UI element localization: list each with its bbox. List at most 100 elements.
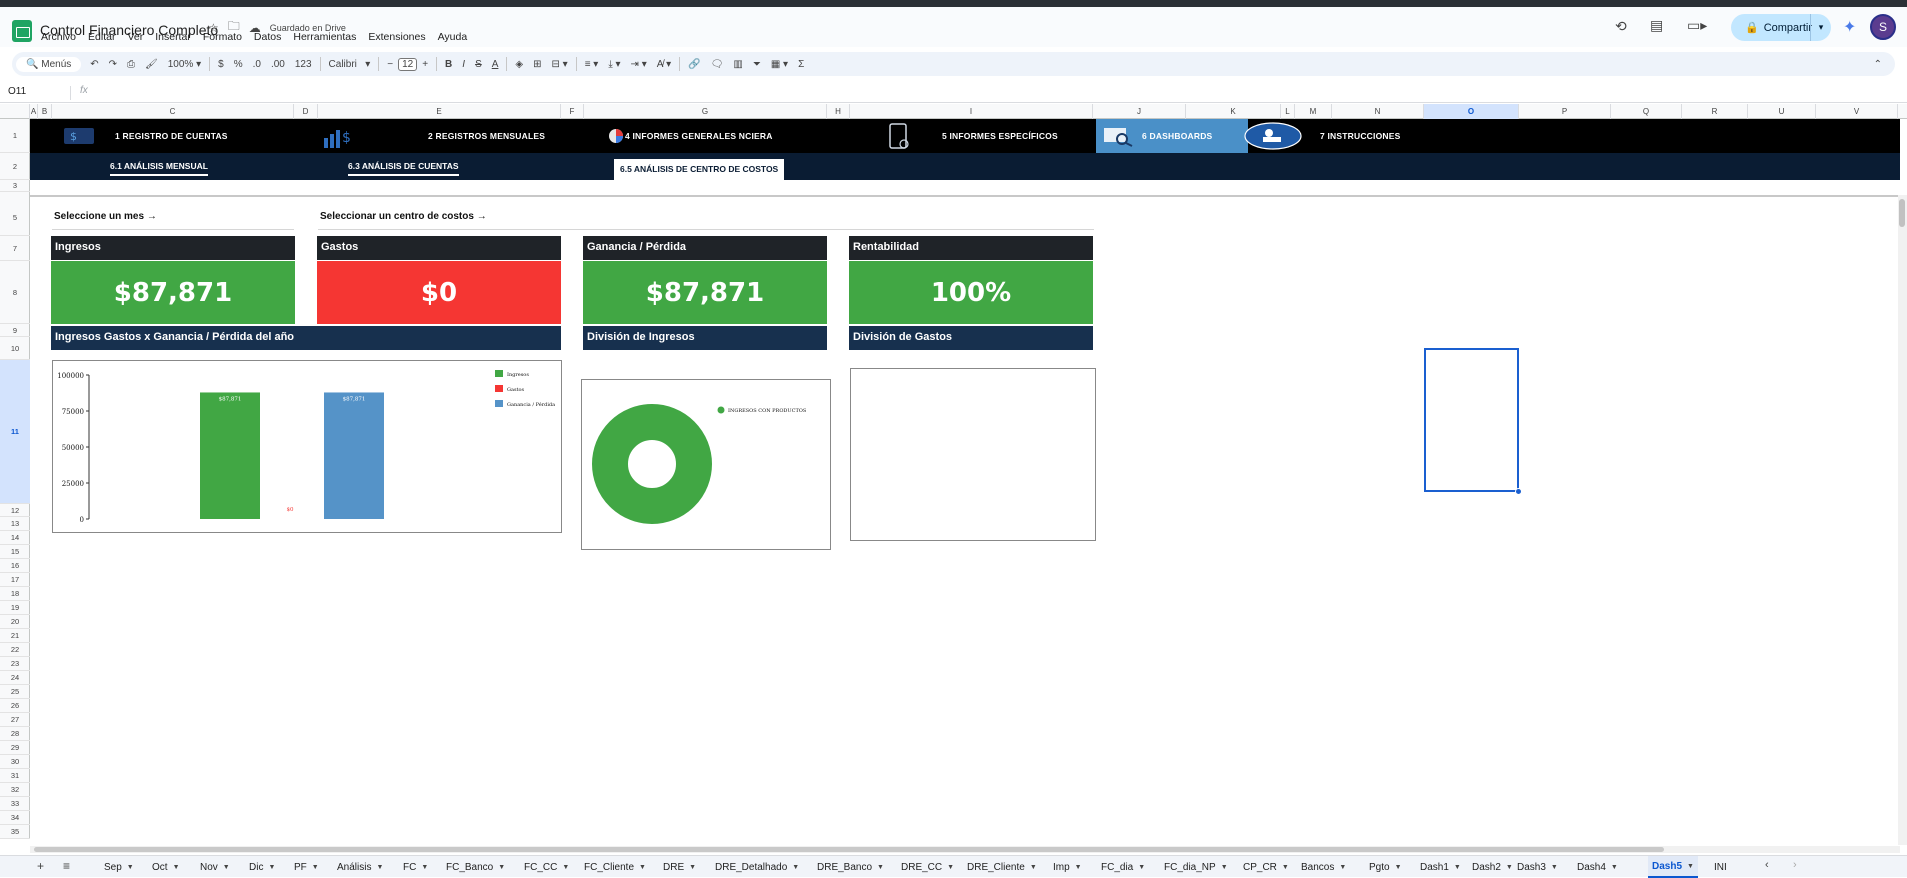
sheet-tab-menu-icon[interactable]: ▼: [877, 864, 884, 871]
sheet-tab-menu-icon[interactable]: ▼: [1506, 864, 1513, 871]
nav-item-registro-cuentas[interactable]: 1 REGISTRO DE CUENTAS: [115, 119, 228, 153]
row-header[interactable]: 22: [0, 643, 30, 657]
row-header[interactable]: 18: [0, 587, 30, 601]
scroll-tabs-left-icon[interactable]: ‹: [1765, 859, 1769, 871]
sheet-tab-oct[interactable]: Oct ▼: [148, 856, 184, 878]
row-header[interactable]: 17: [0, 573, 30, 587]
sheet-tab-dash5[interactable]: Dash5 ▼: [1648, 856, 1698, 878]
row-header[interactable]: 32: [0, 783, 30, 797]
sheet-tab-pf[interactable]: PF ▼: [290, 856, 323, 878]
row-header[interactable]: 24: [0, 671, 30, 685]
menu-herramientas[interactable]: Herramientas: [293, 31, 356, 43]
nav-item-dashboards[interactable]: 6 DASHBOARDS: [1096, 119, 1248, 153]
sheet-tab-dash3[interactable]: Dash3 ▼: [1513, 856, 1562, 878]
sheet-tab-dash4[interactable]: Dash4 ▼: [1573, 856, 1622, 878]
sheet-tab-menu-icon[interactable]: ▼: [1138, 864, 1145, 871]
year-bar-chart[interactable]: 100000 75000 50000 25000 0 $87,871 $0 $87,871 In…: [52, 360, 562, 533]
row-header[interactable]: 3: [0, 180, 30, 192]
sheet-tab-dre_detalhado[interactable]: DRE_Detalhado ▼: [711, 856, 803, 878]
sheet-tab-fc_cc[interactable]: FC_CC ▼: [520, 856, 573, 878]
sheet-tab-sep[interactable]: Sep ▼: [100, 856, 138, 878]
sheet-tab-menu-icon[interactable]: ▼: [223, 864, 230, 871]
font-size-decrease-button[interactable]: −: [382, 59, 398, 70]
sheet-tab-menu-icon[interactable]: ▼: [421, 864, 428, 871]
undo-icon[interactable]: ↶: [85, 59, 103, 70]
sheet-tab-pgto[interactable]: Pgto ▼: [1365, 856, 1406, 878]
decrease-decimal-button[interactable]: .0: [248, 59, 266, 70]
gemini-icon[interactable]: ✦: [1843, 17, 1856, 37]
redo-icon[interactable]: ↷: [104, 59, 122, 70]
currency-format-button[interactable]: $: [213, 59, 229, 70]
row-header[interactable]: 29: [0, 741, 30, 755]
column-header[interactable]: N: [1332, 104, 1424, 119]
sheets-logo-icon[interactable]: [12, 20, 32, 42]
column-header[interactable]: J: [1093, 104, 1186, 119]
functions-button[interactable]: Σ: [793, 59, 809, 70]
row-header[interactable]: 23: [0, 657, 30, 671]
filter-icon[interactable]: ⏷: [748, 59, 766, 70]
insert-chart-icon[interactable]: ▥: [728, 59, 747, 70]
add-sheet-icon[interactable]: +: [37, 859, 44, 873]
sheet-tab-menu-icon[interactable]: ▼: [639, 864, 646, 871]
sheet-tab-menu-icon[interactable]: ▼: [1395, 864, 1402, 871]
text-rotation-icon[interactable]: A̸ ▾: [652, 59, 676, 70]
sheet-tab-menu-icon[interactable]: ▼: [1687, 863, 1694, 870]
row-header[interactable]: 1: [0, 119, 30, 153]
sheet-tab-fc_dia_np[interactable]: FC_dia_NP ▼: [1160, 856, 1232, 878]
sheet-tab-menu-icon[interactable]: ▼: [562, 864, 569, 871]
subnav-analisis-cuentas[interactable]: 6.3 ANÁLISIS DE CUENTAS: [348, 161, 459, 176]
menu-ayuda[interactable]: Ayuda: [438, 31, 468, 43]
text-color-button[interactable]: A: [487, 59, 504, 70]
horizontal-scroll-thumb[interactable]: [34, 847, 1664, 852]
percent-format-button[interactable]: %: [229, 59, 248, 70]
paint-format-icon[interactable]: 🖌: [140, 59, 163, 70]
name-box[interactable]: O11: [8, 86, 26, 97]
zoom-select[interactable]: 100% ▾: [163, 59, 206, 70]
sheet-tab-dre[interactable]: DRE ▼: [659, 856, 700, 878]
align-horizontal-icon[interactable]: ≡ ▾: [580, 59, 604, 70]
sheet-tab-nov[interactable]: Nov ▼: [196, 856, 234, 878]
sheet-tab-cp_cr[interactable]: CP_CR ▼: [1239, 856, 1293, 878]
menu-datos[interactable]: Datos: [254, 31, 281, 43]
sheet-tab-menu-icon[interactable]: ▼: [1551, 864, 1558, 871]
sheet-tab-dash1[interactable]: Dash1 ▼: [1416, 856, 1465, 878]
menu-formato[interactable]: Formato: [203, 31, 242, 43]
sheet-tab-menu-icon[interactable]: ▼: [312, 864, 319, 871]
sheet-tab-dre_banco[interactable]: DRE_Banco ▼: [813, 856, 888, 878]
scroll-tabs-right-icon[interactable]: ›: [1793, 859, 1797, 871]
sheet-tab-análisis[interactable]: Análisis ▼: [333, 856, 387, 878]
row-header[interactable]: 28: [0, 727, 30, 741]
share-dropdown-button[interactable]: ▾: [1810, 14, 1831, 41]
number-format-button[interactable]: 123: [290, 59, 317, 70]
sheet-tab-menu-icon[interactable]: ▼: [947, 864, 954, 871]
sheet-tab-menu-icon[interactable]: ▼: [792, 864, 799, 871]
row-header[interactable]: 26: [0, 699, 30, 713]
column-header[interactable]: L: [1281, 104, 1295, 119]
sheet-tab-dash2[interactable]: Dash2 ▼: [1468, 856, 1517, 878]
sheet-tab-menu-icon[interactable]: ▼: [173, 864, 180, 871]
column-header[interactable]: D: [294, 104, 318, 119]
sheet-tab-dre_cliente[interactable]: DRE_Cliente ▼: [963, 856, 1041, 878]
row-header[interactable]: 35: [0, 825, 30, 839]
filter-views-icon[interactable]: ▦ ▾: [766, 59, 793, 70]
menu-editar[interactable]: Editar: [88, 31, 115, 43]
column-header[interactable]: G: [584, 104, 827, 119]
subnav-analisis-mensual[interactable]: 6.1 ANÁLISIS MENSUAL: [110, 161, 208, 176]
sheet-tab-ini[interactable]: INI: [1710, 856, 1731, 878]
align-vertical-icon[interactable]: ⤓ ▾: [603, 59, 625, 70]
column-header-selected[interactable]: O: [1424, 104, 1519, 119]
comments-icon[interactable]: ▤: [1650, 17, 1663, 34]
row-header[interactable]: 9: [0, 324, 30, 337]
sheet-tab-menu-icon[interactable]: ▼: [376, 864, 383, 871]
column-header[interactable]: A: [30, 104, 38, 119]
expense-chart-empty[interactable]: [850, 368, 1096, 541]
column-header[interactable]: B: [38, 104, 52, 119]
column-header[interactable]: E: [318, 104, 561, 119]
sheet-tab-fc_dia[interactable]: FC_dia ▼: [1097, 856, 1149, 878]
fill-color-icon[interactable]: ◈: [510, 59, 528, 70]
sheet-tab-menu-icon[interactable]: ▼: [1030, 864, 1037, 871]
column-header[interactable]: M: [1295, 104, 1332, 119]
menu-archivo[interactable]: Archivo: [41, 31, 76, 43]
sheet-tab-menu-icon[interactable]: ▼: [1221, 864, 1228, 871]
row-header[interactable]: 19: [0, 601, 30, 615]
